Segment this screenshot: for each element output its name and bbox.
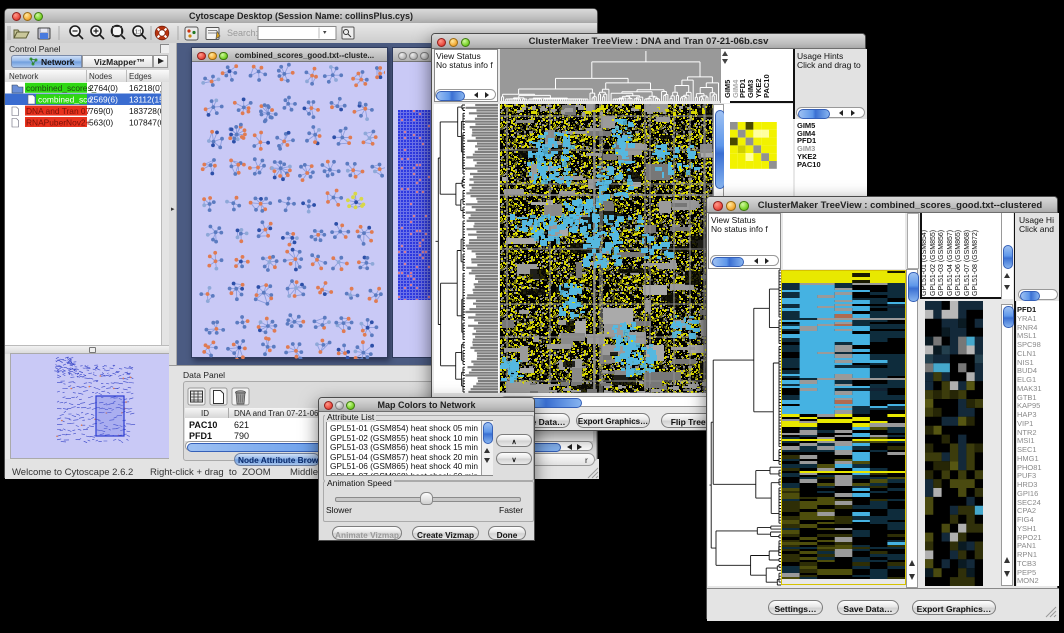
svg-text:1:1: 1:1	[135, 30, 142, 36]
svg-text:2764(0): 2764(0)	[89, 83, 118, 93]
svg-text:563(0): 563(0)	[89, 118, 113, 128]
svg-text:combined_sco: combined_sco	[38, 95, 92, 105]
svg-text:16218(0): 16218(0)	[129, 83, 161, 93]
svg-text:769(0): 769(0)	[89, 106, 113, 116]
svg-text:2569(6): 2569(6)	[89, 95, 118, 105]
svg-text:13112(15): 13112(15)	[129, 95, 161, 105]
svg-text:Search:: Search:	[227, 28, 258, 38]
svg-text:RNAPuberNov2+: RNAPuberNov2+	[26, 118, 91, 128]
svg-text:DNA and Tran 07: DNA and Tran 07	[26, 106, 91, 116]
svg-text:combined_scores_: combined_scores_	[26, 83, 97, 93]
svg-text:183728(0): 183728(0)	[129, 106, 161, 116]
svg-text:107847(0): 107847(0)	[129, 118, 161, 128]
